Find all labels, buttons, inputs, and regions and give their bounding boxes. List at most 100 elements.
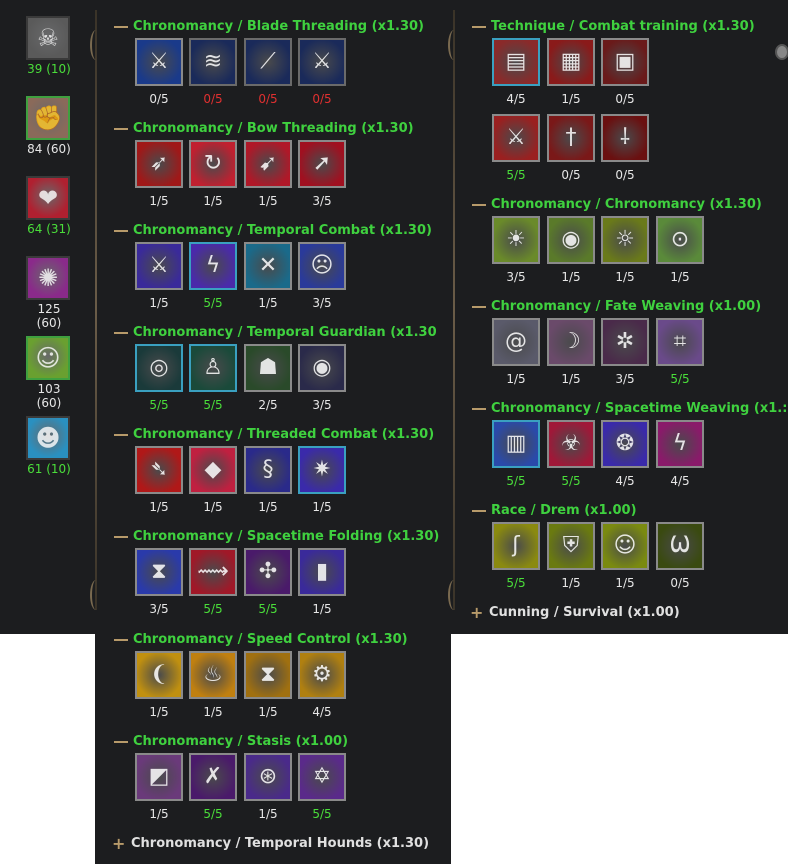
collapse-icon[interactable] (472, 25, 486, 28)
talent-button[interactable]: ✣ (244, 548, 292, 596)
talent-category-header[interactable]: Chronomancy / Speed Control (x1.30) (114, 629, 408, 649)
collapse-icon[interactable] (114, 127, 128, 130)
collapse-icon[interactable] (472, 305, 486, 308)
talent-button[interactable]: ▣ (601, 38, 649, 86)
talent-button[interactable]: ◉ (298, 344, 346, 392)
talent-button[interactable]: ⚔ (298, 38, 346, 86)
talent-button[interactable]: ➴ (135, 446, 183, 494)
talent-button[interactable]: ▮ (298, 548, 346, 596)
collapse-icon[interactable] (114, 331, 128, 334)
talent-category-header[interactable]: Chronomancy / Spacetime Weaving (x1.: (472, 398, 787, 418)
talent-button[interactable]: ☺ (601, 522, 649, 570)
talent-button[interactable]: † (547, 114, 595, 162)
talent-button[interactable]: ⚔ (135, 242, 183, 290)
talent-category-header[interactable]: Chronomancy / Temporal Combat (x1.30) (114, 220, 432, 240)
collapse-icon[interactable] (114, 433, 128, 436)
talent-button[interactable]: ⚙ (298, 651, 346, 699)
fist-icon[interactable]: ✊ (26, 96, 70, 140)
talent-button[interactable]: @ (492, 318, 540, 366)
talent-button[interactable]: ⛨ (547, 522, 595, 570)
talent-button[interactable]: ◆ (189, 446, 237, 494)
talent-category-header[interactable]: Race / Drem (x1.00) (472, 500, 637, 520)
skull-emblem-icon[interactable]: ☠ (26, 16, 70, 60)
talent-button[interactable]: ☗ (244, 344, 292, 392)
talent-category-header[interactable]: Technique / Combat training (x1.30) (472, 16, 755, 36)
collapse-icon[interactable] (114, 638, 128, 641)
talent-button[interactable]: ⟿ (189, 548, 237, 596)
talent-button[interactable]: ϟ (656, 420, 704, 468)
talent-category-header[interactable]: Chronomancy / Fate Weaving (x1.00) (472, 296, 761, 316)
talent-button[interactable]: ⸸ (601, 114, 649, 162)
collapse-icon[interactable] (472, 407, 486, 410)
expand-icon[interactable]: + (112, 834, 128, 853)
talent-category-header[interactable]: Chronomancy / Temporal Guardian (x1.30 (114, 322, 437, 342)
hooded-figure-icon[interactable]: ☻ (26, 416, 70, 460)
talent-button[interactable]: ʃ (492, 522, 540, 570)
talent-button[interactable]: ➹ (244, 140, 292, 188)
talent-button[interactable]: ✕ (244, 242, 292, 290)
talent-button[interactable]: ▦ (547, 38, 595, 86)
talent-button[interactable]: ☽ (547, 318, 595, 366)
talent-button[interactable]: ◉ (547, 216, 595, 264)
talent-button[interactable]: ☼ (601, 216, 649, 264)
talent-category-header[interactable]: Chronomancy / Spacetime Folding (x1.30) (114, 526, 439, 546)
meditating-figure-icon[interactable]: ☺ (26, 336, 70, 380)
talent-button[interactable]: ⚔ (492, 114, 540, 162)
stat-item[interactable]: ☠ 39 (10) (26, 16, 74, 76)
talent-button[interactable]: ▥ (492, 420, 540, 468)
talent-button[interactable]: ⟋ (244, 38, 292, 86)
stat-item[interactable]: ✺ 125 (60) (26, 256, 74, 330)
talent-button[interactable]: ⌗ (656, 318, 704, 366)
scrollbar-thumb[interactable] (775, 44, 788, 60)
twin-masks-icon: ☺ (613, 533, 637, 558)
stat-item[interactable]: ☻ 61 (10) (26, 416, 74, 476)
talent-button[interactable]: ✷ (298, 446, 346, 494)
talent-button[interactable]: ◩ (135, 753, 183, 801)
talent-button[interactable]: ☀ (492, 216, 540, 264)
talent-category-header[interactable]: Chronomancy / Blade Threading (x1.30) (114, 16, 424, 36)
talent-category-header[interactable]: Chronomancy / Chronomancy (x1.30) (472, 194, 762, 214)
talent-button[interactable]: ☣ (547, 420, 595, 468)
talent-points: 5/5 (561, 474, 581, 488)
talent-button[interactable]: ⧗ (135, 548, 183, 596)
talent-button[interactable]: ⚔ (135, 38, 183, 86)
talent-button[interactable]: ≋ (189, 38, 237, 86)
talent-button[interactable]: ⊛ (244, 753, 292, 801)
collapse-icon[interactable] (114, 740, 128, 743)
collapse-icon[interactable] (472, 203, 486, 206)
collapse-icon[interactable] (114, 229, 128, 232)
talent-button[interactable]: ▤ (492, 38, 540, 86)
magic-burst-icon[interactable]: ✺ (26, 256, 70, 300)
talent-button[interactable]: ➶ (135, 140, 183, 188)
talent-button[interactable]: ❨ (135, 651, 183, 699)
talent-button[interactable]: ϟ (189, 242, 237, 290)
talent-category-header[interactable]: Chronomancy / Bow Threading (x1.30) (114, 118, 414, 138)
talent-button[interactable]: ✡ (298, 753, 346, 801)
talent-button[interactable]: § (244, 446, 292, 494)
collapse-icon[interactable] (472, 509, 486, 512)
talent-button[interactable]: ◎ (135, 344, 183, 392)
talent-category-header[interactable]: + Chronomancy / Temporal Hounds (x1.30) (112, 833, 429, 853)
stat-item[interactable]: ❤ 64 (31) (26, 176, 74, 236)
talent-button[interactable]: ➚ (298, 140, 346, 188)
talent-button[interactable]: ⊙ (656, 216, 704, 264)
talent-category-header[interactable]: + Cunning / Survival (x1.00) (470, 602, 680, 622)
talent-button[interactable]: ♙ (189, 344, 237, 392)
talent-button[interactable]: ⧗ (244, 651, 292, 699)
expand-icon[interactable]: + (470, 603, 486, 622)
talent-button[interactable]: ↻ (189, 140, 237, 188)
winged-boot-icon: ❨ (149, 662, 169, 687)
talent-button[interactable]: ♨ (189, 651, 237, 699)
collapse-icon[interactable] (114, 535, 128, 538)
talent-button[interactable]: ☹ (298, 242, 346, 290)
stat-item[interactable]: ✊ 84 (60) (26, 96, 74, 156)
talent-button[interactable]: ✗ (189, 753, 237, 801)
collapse-icon[interactable] (114, 25, 128, 28)
talent-category-header[interactable]: Chronomancy / Stasis (x1.00) (114, 731, 348, 751)
talent-button[interactable]: ❂ (601, 420, 649, 468)
heart-drop-icon[interactable]: ❤ (26, 176, 70, 220)
stat-item[interactable]: ☺ 103 (60) (26, 336, 74, 410)
talent-button[interactable]: ✲ (601, 318, 649, 366)
talent-button[interactable]: Ѡ (656, 522, 704, 570)
talent-category-header[interactable]: Chronomancy / Threaded Combat (x1.30) (114, 424, 434, 444)
